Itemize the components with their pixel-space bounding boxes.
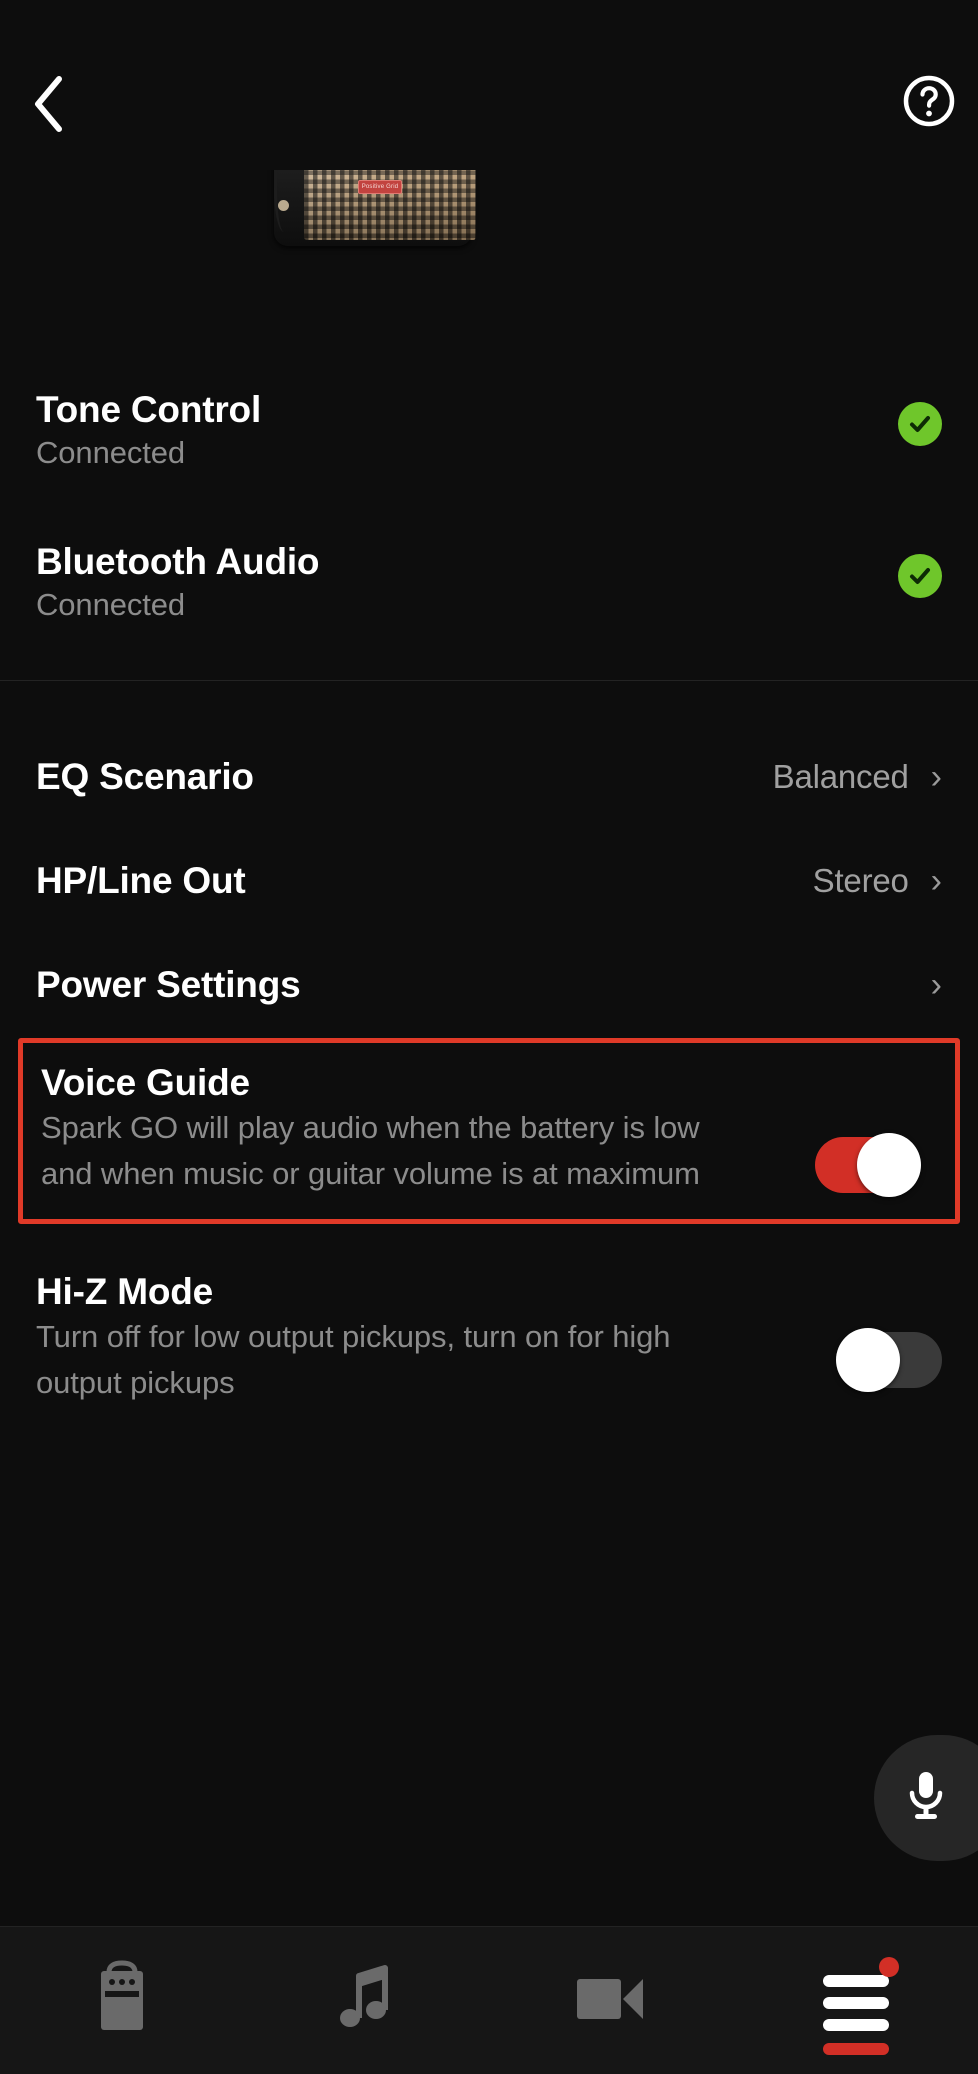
list-item-subtitle: Connected	[36, 435, 186, 470]
music-note-icon	[335, 1962, 399, 2039]
list-item-subtitle: Connected	[36, 587, 186, 622]
list-item-title: Power Settings	[36, 964, 301, 1005]
voice-guide-highlight-box: Voice Guide Spark GO will play audio whe…	[18, 1038, 960, 1224]
menu-active-indicator	[822, 2042, 889, 2055]
voice-command-button[interactable]	[874, 1735, 978, 1861]
toggle-knob	[857, 1133, 921, 1197]
nav-tab-music[interactable]	[245, 1927, 490, 2074]
brand-logo-badge: Positive Grid	[358, 180, 402, 194]
list-item-voice-guide[interactable]: Voice Guide Spark GO will play audio whe…	[23, 1043, 955, 1217]
menu-bar	[822, 1996, 889, 2009]
list-item-title: Tone Control	[36, 389, 262, 430]
list-item-hp-line-out[interactable]: HP/Line Out Stereo ›	[0, 844, 978, 918]
list-item-hiz-mode[interactable]: Hi-Z Mode Turn off for low output pickup…	[0, 1270, 978, 1406]
nav-tab-video[interactable]	[489, 1927, 734, 2074]
app-screen: Positive Grid Tone Control Connected Blu…	[0, 0, 978, 2074]
chevron-right-icon: ›	[930, 862, 942, 900]
section-divider	[0, 680, 978, 681]
video-camera-icon	[575, 1971, 647, 2030]
list-item-value: Balanced	[772, 758, 909, 795]
voice-guide-toggle[interactable]	[815, 1133, 921, 1197]
nav-tab-menu[interactable]	[734, 1927, 978, 2074]
check-circle-icon	[898, 402, 942, 446]
list-item-eq-scenario[interactable]: EQ Scenario Balanced ›	[0, 740, 978, 814]
chevron-right-icon: ›	[930, 758, 942, 796]
list-item-title: Voice Guide	[41, 1062, 250, 1103]
list-item-value-group: Balanced ›	[773, 758, 942, 796]
notification-badge-dot	[878, 1956, 899, 1977]
list-item-value-group: Stereo ›	[813, 862, 942, 900]
status-text-group: Tone Control Connected	[36, 388, 261, 474]
amp-icon	[91, 1960, 153, 2041]
check-circle-icon	[898, 554, 942, 598]
list-item-description: Turn off for low output pickups, turn on…	[36, 1319, 671, 1400]
top-bar	[0, 0, 978, 170]
list-item-title: Hi-Z Mode	[36, 1271, 214, 1312]
bottom-navigation-bar	[0, 1926, 978, 2074]
list-item-tone-control[interactable]: Tone Control Connected	[0, 388, 978, 474]
help-circle-icon	[902, 74, 956, 133]
status-text-group: Bluetooth Audio Connected	[36, 540, 320, 626]
back-button[interactable]	[14, 70, 82, 138]
list-item-description: Spark GO will play audio when the batter…	[41, 1110, 700, 1191]
list-item-power-settings[interactable]: Power Settings ›	[0, 948, 978, 1022]
menu-bar	[822, 1974, 889, 1987]
list-item-value-group: ›	[909, 968, 942, 1002]
amp-knob	[278, 200, 289, 211]
menu-bar	[822, 2018, 889, 2031]
menu-icon	[817, 1956, 899, 2055]
microphone-icon	[904, 1768, 976, 1829]
list-item-title: HP/Line Out	[36, 860, 246, 901]
toggle-knob	[836, 1328, 900, 1392]
nav-tab-amp[interactable]	[0, 1927, 245, 2074]
chevron-left-icon	[31, 75, 65, 133]
hiz-mode-text-group: Hi-Z Mode Turn off for low output pickup…	[36, 1270, 726, 1406]
list-item-title: EQ Scenario	[36, 756, 254, 797]
list-item-title: Bluetooth Audio	[36, 541, 320, 582]
voice-guide-text-group: Voice Guide Spark GO will play audio whe…	[41, 1061, 731, 1197]
hiz-mode-toggle[interactable]	[836, 1328, 942, 1392]
list-item-value: Stereo	[812, 862, 909, 899]
chevron-right-icon: ›	[930, 966, 942, 1004]
help-button[interactable]	[898, 72, 960, 134]
list-item-bluetooth-audio[interactable]: Bluetooth Audio Connected	[0, 540, 978, 626]
